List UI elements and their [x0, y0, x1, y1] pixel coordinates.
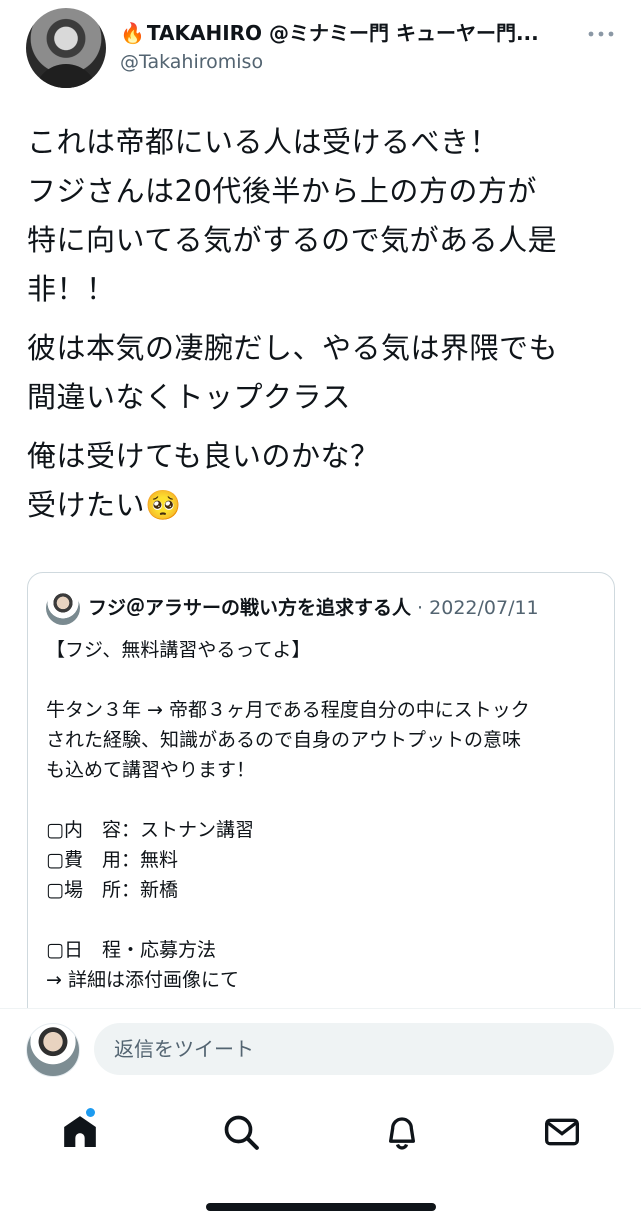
quoted-text-line: された経験、知識があるので自身のアウトプットの意味 — [46, 729, 522, 751]
quoted-text-line — [46, 665, 606, 695]
tweet-paragraph: 彼は本気の凄腕だし、やる気は界隈でも 間違いなくトップクラス — [27, 331, 559, 414]
tweet-paragraph: これは帝都にいる人は受けるべき！ フジさんは20代後半から上の方の方が 特に向いてる… — [27, 125, 558, 306]
tab-home[interactable] — [56, 1108, 104, 1156]
quoted-text-line: 牛タン３年 → 帝都３ヶ月である程度自分の中にストック — [46, 699, 530, 721]
quoted-text-line: 【フジ、無料講習やるってよ】 — [46, 639, 311, 661]
tweet-paragraph: 俺は受けても良いのかな？ 受けたい🥺 — [27, 439, 380, 522]
author-avatar[interactable] — [26, 8, 106, 88]
tweet-header: 🔥 TAKAHIRO @ミナミー門 キューヤー門... @Takahiromiso — [0, 0, 641, 95]
home-icon — [64, 1116, 96, 1147]
quoted-text-line: ▢日 程・応募方法 — [46, 939, 216, 961]
tweet-text: これは帝都にいる人は受けるべき！ フジさんは20代後半から上の方の方が 特に向いてる… — [27, 118, 617, 540]
quoted-text-line: も込めて講習やります！ — [46, 759, 256, 781]
author-name[interactable]: 🔥 TAKAHIRO @ミナミー門 キューヤー門... — [120, 20, 570, 46]
quoted-text-line: → 詳細は添付画像にて — [46, 969, 239, 991]
quoted-separator: · — [411, 597, 430, 619]
bottom-tab-bar — [0, 1090, 641, 1180]
quoted-tweet-text: 【フジ、無料講習やるってよ】牛タン３年 → 帝都３ヶ月である程度自分の中にストッ… — [46, 635, 606, 995]
home-indicator — [206, 1203, 436, 1211]
quoted-text-line — [46, 785, 606, 815]
mail-icon — [544, 1118, 579, 1146]
new-content-dot — [86, 1108, 95, 1117]
author-name-text: TAKAHIRO @ミナミー門 キューヤー門... — [146, 21, 539, 45]
tab-search[interactable] — [217, 1108, 265, 1156]
quoted-text-line: ▢費 用：無料 — [46, 849, 178, 871]
quoted-author-avatar — [46, 591, 80, 625]
reply-bar: 返信をツイート — [0, 1008, 641, 1089]
fire-emoji: 🔥 — [120, 21, 145, 45]
more-options-icon[interactable] — [586, 22, 616, 42]
current-user-avatar[interactable] — [26, 1023, 80, 1077]
quoted-text-line: ▢内 容：ストナン講習 — [46, 819, 254, 841]
reply-input[interactable]: 返信をツイート — [94, 1023, 614, 1075]
quoted-text-line — [46, 905, 606, 935]
quoted-tweet[interactable]: フジ＠アラサーの戦い方を追求する人 · 2022/07/11 【フジ、無料講習や… — [27, 572, 615, 1034]
tab-notifications[interactable] — [378, 1108, 426, 1156]
quoted-tweet-header: フジ＠アラサーの戦い方を追求する人 · 2022/07/11 — [88, 595, 608, 621]
tab-messages[interactable] — [538, 1108, 586, 1156]
quoted-text-line: ▢場 所：新橋 — [46, 879, 178, 901]
bell-icon — [389, 1117, 415, 1150]
author-handle[interactable]: @Takahiromiso — [120, 50, 263, 74]
quoted-date: 2022/07/11 — [429, 597, 539, 619]
search-icon — [224, 1115, 259, 1150]
quoted-author-name: フジ＠アラサーの戦い方を追求する人 — [88, 597, 412, 619]
